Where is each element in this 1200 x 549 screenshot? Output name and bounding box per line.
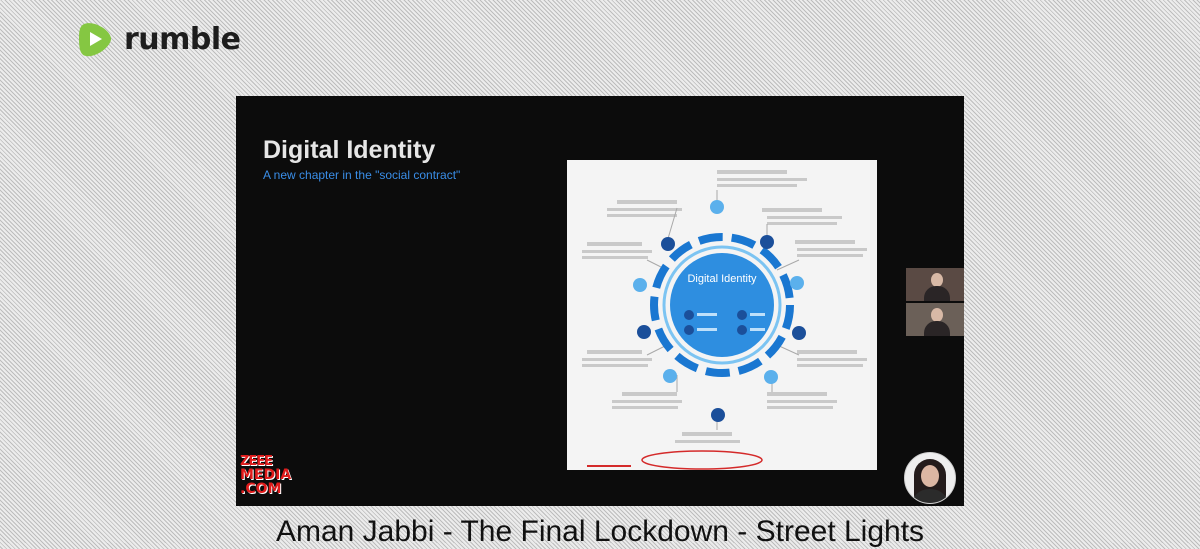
presenter-avatar[interactable] (904, 452, 956, 504)
avatar-face (921, 465, 939, 487)
participant-head (931, 273, 943, 287)
rumble-play-icon (79, 23, 112, 57)
rumble-wordmark: rumble (124, 21, 241, 57)
watermark-line-2: MEDIA (240, 467, 292, 483)
participant-thumb-2[interactable] (906, 303, 964, 336)
zeee-media-watermark: ZEEE MEDIA .COM (240, 455, 308, 496)
diagram-center-label: Digital Identity (687, 273, 757, 285)
watermark-line-3: .COM (240, 481, 282, 497)
video-title-caption: Aman Jabbi - The Final Lockdown - Street… (275, 515, 925, 548)
participant-head (931, 308, 943, 322)
rumble-logo[interactable]: rumble (76, 18, 241, 60)
participant-body (924, 286, 950, 301)
diagram-graphic (582, 170, 867, 470)
slide-subtitle: A new chapter in the "social contract" (263, 168, 461, 182)
participant-thumb-1[interactable] (906, 268, 964, 301)
digital-identity-diagram: Digital Identity (567, 160, 877, 470)
video-player[interactable]: Digital Identity A new chapter in the "s… (236, 96, 964, 506)
participant-body (924, 321, 950, 336)
slide-title: Digital Identity (263, 136, 436, 164)
